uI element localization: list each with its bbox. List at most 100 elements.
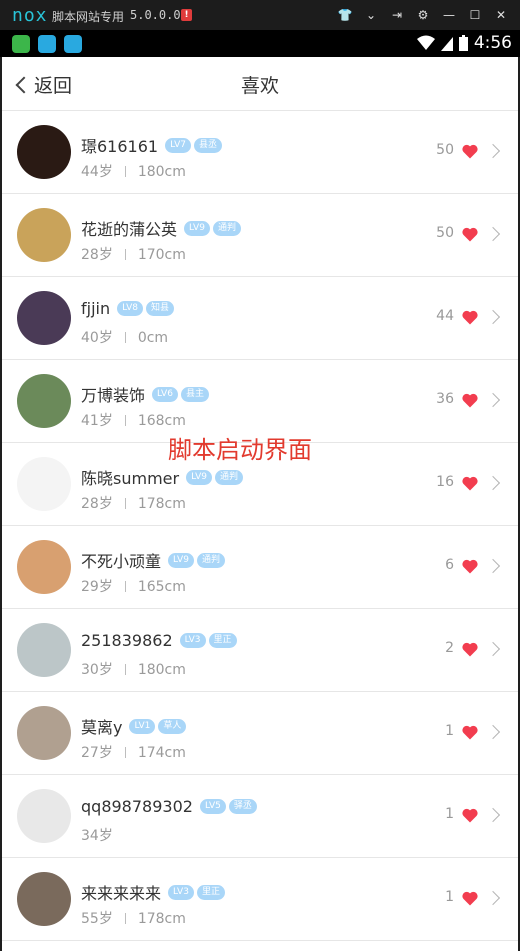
level-badge: LV9 [168, 552, 194, 568]
heart-icon[interactable] [462, 476, 478, 491]
level-badge: LV8 [117, 301, 144, 316]
user-name: 莫离y [81, 718, 123, 737]
separator [124, 913, 126, 924]
user-name: 璟616161 [81, 137, 159, 156]
title-badge: 县丞 [194, 137, 223, 153]
gear-icon[interactable]: ⚙ [410, 5, 436, 25]
user-meta: 40岁 0cm [81, 327, 168, 347]
list-item[interactable]: 璟616161 LV7 县丞 44岁 180cm 50 [2, 111, 518, 194]
separator [124, 166, 126, 177]
minimize-icon[interactable]: — [436, 5, 462, 25]
avatar[interactable] [17, 374, 71, 428]
user-height: 170cm [137, 247, 186, 263]
list-item[interactable]: 莫离y LV1 草人 27岁 174cm 1 [2, 692, 518, 775]
user-meta: 41岁 168cm [81, 410, 186, 430]
user-height: 165cm [137, 579, 186, 595]
title-badge: 里正 [208, 633, 237, 648]
list-item[interactable]: 来来来来来 LV3 里正 55岁 178cm 1 [2, 858, 518, 941]
heart-icon[interactable] [462, 808, 478, 823]
chevron-down-icon[interactable]: ⌄ [358, 5, 384, 25]
user-height: 180cm [137, 662, 186, 678]
like-count: 16 [436, 474, 454, 490]
level-badge: LV7 [165, 137, 192, 153]
like-count: 1 [445, 889, 454, 905]
user-name: 万博装饰 [81, 386, 146, 405]
user-list: 璟616161 LV7 县丞 44岁 180cm 50 花逝的蒲公英 LV9 通判… [2, 111, 518, 941]
chevron-right-icon [485, 226, 501, 242]
avatar[interactable] [17, 291, 71, 345]
avatar[interactable] [17, 789, 71, 843]
android-notification-icon [12, 35, 30, 53]
avatar[interactable] [17, 540, 71, 594]
separator [124, 415, 126, 426]
chevron-right-icon [485, 724, 501, 740]
user-name: 来来来来来 [81, 884, 162, 903]
list-item[interactable]: 251839862 LV3 里正 30岁 180cm 2 [2, 609, 518, 692]
signal-icon [440, 37, 453, 51]
list-item[interactable]: 不死小顽童 LV9 通判 29岁 165cm 6 [2, 526, 518, 609]
user-name: 花逝的蒲公英 [81, 220, 178, 239]
user-age: 41岁 [81, 413, 113, 429]
heart-icon[interactable] [462, 725, 478, 740]
chevron-right-icon [485, 392, 501, 408]
chevron-right-icon [485, 641, 501, 657]
list-item[interactable]: 花逝的蒲公英 LV9 通判 28岁 170cm 50 [2, 194, 518, 277]
wifi-icon [416, 35, 435, 50]
avatar[interactable] [17, 457, 71, 511]
chevron-right-icon [485, 475, 501, 491]
separator [124, 332, 126, 343]
user-meta: 34岁 [81, 825, 113, 845]
title-badge: 草人 [158, 718, 187, 734]
user-age: 40岁 [81, 330, 113, 346]
like-count: 36 [436, 391, 454, 407]
user-name: 陈晓summer [81, 469, 180, 488]
avatar[interactable] [17, 706, 71, 760]
list-item[interactable]: qq898789302 LV5 驿丞 34岁 1 [2, 775, 518, 858]
level-badge: LV3 [179, 633, 206, 648]
user-name: qq898789302 [81, 797, 193, 816]
heart-icon[interactable] [462, 227, 478, 242]
chevron-right-icon [485, 890, 501, 906]
shirt-icon[interactable]: 👕 [332, 5, 358, 25]
like-count: 44 [436, 308, 454, 324]
like-count: 1 [445, 723, 454, 739]
title-badge: 通判 [212, 220, 241, 236]
user-age: 44岁 [81, 164, 113, 180]
status-time: 4:56 [473, 33, 512, 53]
heart-icon[interactable] [462, 310, 478, 325]
title-badge: 县主 [180, 386, 209, 402]
user-meta: 30岁 180cm [81, 659, 186, 679]
user-height: 180cm [137, 164, 186, 180]
avatar[interactable] [17, 125, 71, 179]
avatar[interactable] [17, 623, 71, 677]
user-meta: 28岁 178cm [81, 493, 186, 513]
level-badge: LV6 [152, 386, 178, 402]
nav-bar: 返回 喜欢 [2, 57, 518, 111]
heart-icon[interactable] [462, 393, 478, 408]
avatar[interactable] [17, 208, 71, 262]
heart-icon[interactable] [462, 144, 478, 159]
heart-icon[interactable] [462, 559, 478, 574]
close-icon[interactable]: ✕ [488, 5, 514, 25]
heart-icon[interactable] [462, 642, 478, 657]
user-meta: 44岁 180cm [81, 161, 186, 181]
user-age: 55岁 [81, 911, 113, 927]
maximize-icon[interactable]: ☐ [462, 5, 488, 25]
app-notification-icon-2 [64, 35, 82, 53]
update-badge[interactable]: ! [181, 9, 192, 21]
avatar[interactable] [17, 872, 71, 926]
user-name: fjjin [81, 299, 111, 318]
list-item[interactable]: fjjin LV8 知县 40岁 0cm 44 [2, 277, 518, 360]
title-badge: 知县 [146, 301, 175, 316]
like-count: 50 [436, 142, 454, 158]
expand-icon[interactable]: ⇥ [384, 5, 410, 25]
title-badge: 通判 [196, 552, 225, 568]
heart-icon[interactable] [462, 891, 478, 906]
user-age: 28岁 [81, 247, 113, 263]
user-meta: 28岁 170cm [81, 244, 186, 264]
user-meta: 55岁 178cm [81, 908, 186, 928]
chevron-right-icon [485, 807, 501, 823]
user-age: 27岁 [81, 745, 113, 761]
separator [124, 664, 126, 675]
level-badge: LV9 [184, 220, 210, 236]
